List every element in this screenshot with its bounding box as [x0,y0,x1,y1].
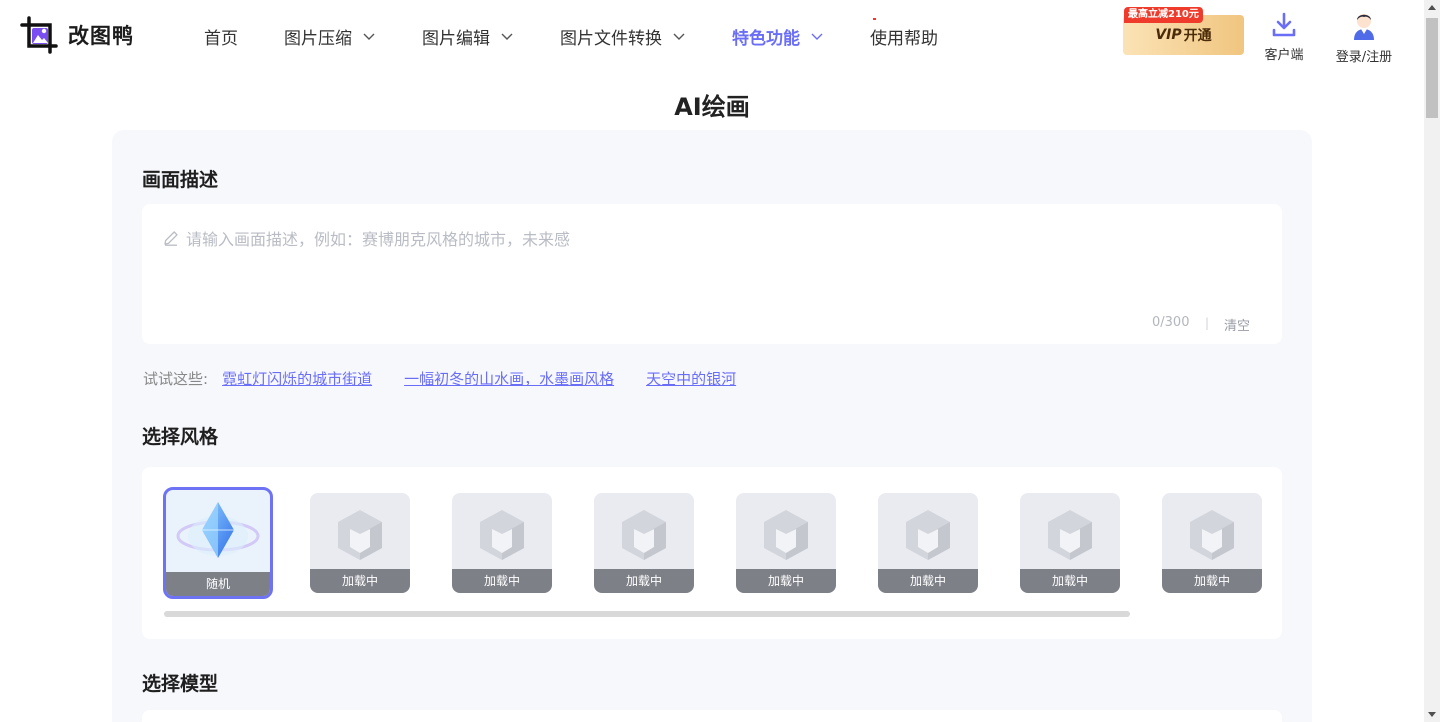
nav-item-image-edit[interactable]: 图片编辑 [422,24,514,49]
style-card-loading[interactable]: 加载中 [1162,493,1262,593]
login-register-button[interactable]: 登录/注册 [1328,10,1400,65]
notification-dot [873,18,876,20]
nav-item-label: 图片编辑 [422,28,490,49]
pencil-icon [164,231,178,246]
char-counter: 0/300 [1152,315,1190,330]
style-card-caption: 加载中 [452,569,552,593]
nav-item-home[interactable]: 首页 [204,24,238,49]
style-card-caption: 加载中 [878,569,978,593]
client-download-button[interactable]: 客户端 [1258,12,1310,63]
nav-item-label: 使用帮助 [870,28,938,49]
chevron-down-icon [363,33,375,40]
suggestion-link[interactable]: 霓虹灯闪烁的城市街道 [222,368,372,389]
style-selector: 随机 加载中 加载中 加载中 加载中 加载中 加载中 加载中 [142,467,1282,639]
description-input[interactable] [186,226,1186,316]
cube-placeholder-icon [622,510,666,560]
nav-item-label: 首页 [204,28,238,49]
style-card-loading[interactable]: 加载中 [736,493,836,593]
style-card-loading[interactable]: 加载中 [310,493,410,593]
nav-item-label: 特色功能 [732,28,800,49]
description-box: 0/300 | 清空 [142,204,1282,344]
cube-placeholder-icon [480,510,524,560]
counter-divider: | [1205,316,1210,330]
nav-item-features[interactable]: 特色功能 [732,24,824,49]
chevron-down-icon [501,33,513,40]
vip-discount-badge: 最高立减210元 [1124,7,1203,23]
logo[interactable]: 改图鸭 [20,16,134,54]
clear-button[interactable]: 清空 [1224,315,1250,334]
style-card-caption: 加载中 [310,569,410,593]
cube-placeholder-icon [338,510,382,560]
suggestion-row: 试试这些: 霓虹灯闪烁的城市街道 一幅初冬的山水画，水墨画风格 天空中的银河 [143,368,768,389]
chevron-down-icon [673,33,685,40]
page-title: AI绘画 [674,93,750,121]
vip-label: 开通 [1183,28,1212,44]
suggestion-link[interactable]: 一幅初冬的山水画，水墨画风格 [404,368,614,389]
style-section-title: 选择风格 [142,426,219,448]
style-card-caption: 加载中 [594,569,694,593]
model-selector [142,710,1282,722]
style-card-loading[interactable]: 加载中 [1020,493,1120,593]
page: 改图鸭 首页 图片压缩 图片编辑 图片文件转换 特色功能 使用帮助 VIP 开通… [0,0,1440,722]
suggestion-label: 试试这些: [143,370,209,388]
style-card-caption: 随机 [166,572,270,596]
login-label: 登录/注册 [1335,50,1393,65]
scroll-up-arrow-icon[interactable] [1428,5,1436,10]
client-label: 客户端 [1264,48,1304,63]
style-card-loading[interactable]: 加载中 [594,493,694,593]
style-card-caption: 加载中 [736,569,836,593]
style-card-random[interactable]: 随机 [163,487,273,599]
crystal-gem-icon [176,502,260,558]
scroll-down-arrow-icon[interactable] [1428,712,1436,717]
cube-placeholder-icon [764,510,808,560]
logo-text: 改图鸭 [68,24,134,48]
style-card-loading[interactable]: 加载中 [878,493,978,593]
user-avatar-icon [1354,14,1374,40]
cube-placeholder-icon [906,510,950,560]
chevron-down-icon [811,33,823,40]
download-icon [1272,12,1296,37]
style-card-loading[interactable]: 加载中 [452,493,552,593]
cube-placeholder-icon [1048,510,1092,560]
nav-item-label: 图片文件转换 [560,28,662,49]
nav-item-image-compress[interactable]: 图片压缩 [284,24,376,49]
suggestion-link[interactable]: 天空中的银河 [646,368,736,389]
style-card-caption: 加载中 [1020,569,1120,593]
main-nav: 首页 图片压缩 图片编辑 图片文件转换 特色功能 使用帮助 [204,0,984,72]
nav-item-label: 图片压缩 [284,28,352,49]
scrollbar-thumb[interactable] [1426,18,1438,118]
vip-label-italic: VIP [1155,27,1182,43]
nav-item-help[interactable]: 使用帮助 [870,24,938,49]
nav-item-file-convert[interactable]: 图片文件转换 [560,24,686,49]
style-horizontal-scrollbar[interactable] [164,611,1130,617]
cube-placeholder-icon [1190,510,1234,560]
style-card-caption: 加载中 [1162,569,1262,593]
model-section-title: 选择模型 [142,673,219,695]
description-section-title: 画面描述 [142,169,219,191]
top-header: 改图鸭 首页 图片压缩 图片编辑 图片文件转换 特色功能 使用帮助 VIP 开通… [0,0,1424,72]
vertical-scrollbar[interactable] [1424,0,1440,722]
duck-image-logo-icon [20,16,58,54]
